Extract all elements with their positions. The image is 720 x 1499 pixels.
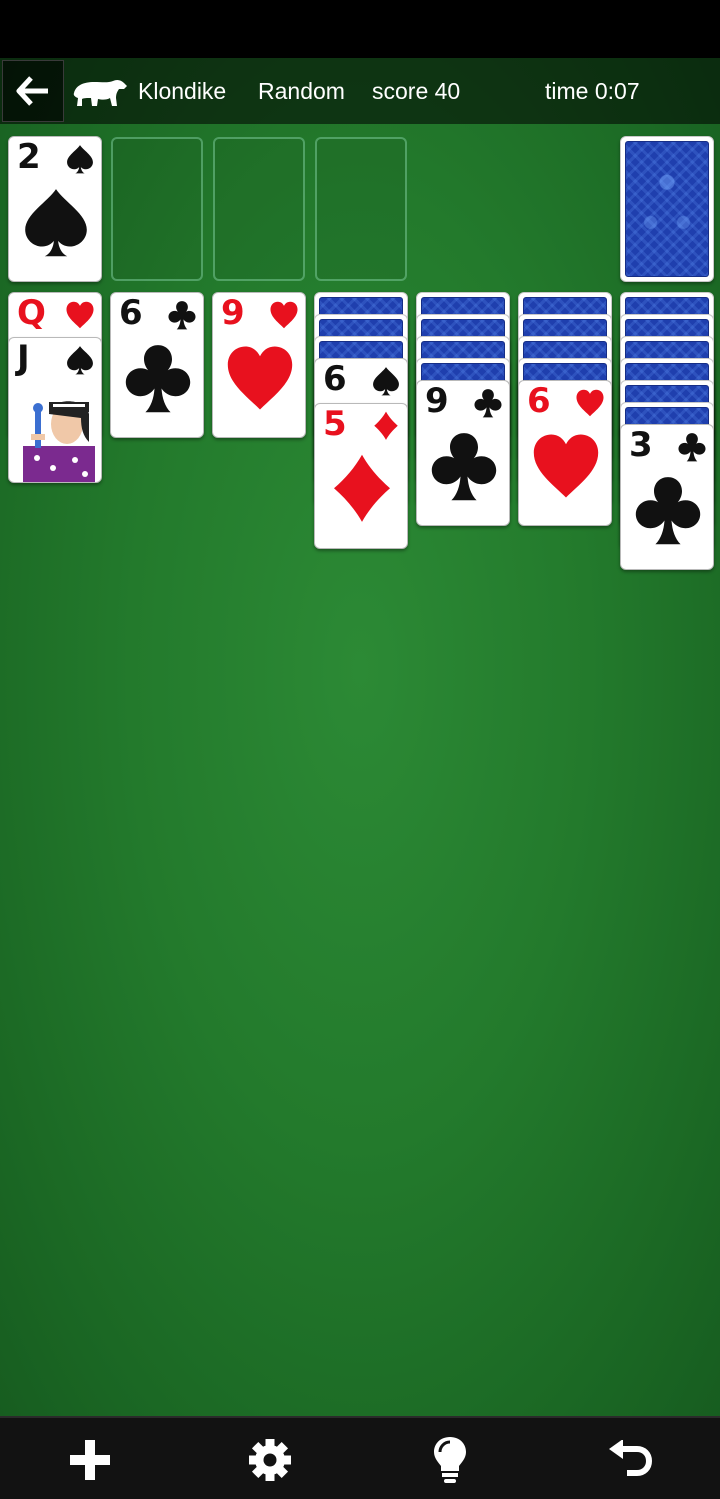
spade-suit-icon	[67, 346, 93, 375]
card-rank: 6	[119, 293, 143, 333]
foundation-1-card[interactable]: 2	[8, 136, 102, 282]
spade-suit-icon	[25, 189, 87, 257]
diamond-suit-icon	[374, 411, 398, 440]
tableau-2-card[interactable]: 6	[110, 292, 204, 438]
game-name: Klondike	[138, 78, 227, 104]
tableau-1-card[interactable]: J	[8, 337, 102, 483]
foundation-slot-4[interactable]	[315, 137, 407, 281]
tableau-5-card[interactable]: 9	[416, 380, 510, 526]
settings-button[interactable]	[246, 1436, 294, 1484]
game-header: Klondike Random score 40 time 0:07	[0, 58, 720, 124]
plus-icon	[70, 1440, 110, 1480]
undo-button[interactable]	[606, 1436, 654, 1484]
polar-bear-icon	[73, 79, 127, 106]
arrow-left-icon	[16, 76, 48, 106]
heart-suit-icon	[576, 389, 604, 417]
tableau-3-card[interactable]: 9	[212, 292, 306, 438]
stock-pile[interactable]	[620, 136, 714, 282]
tableau-4-card[interactable]: 5	[314, 403, 408, 549]
undo-icon	[609, 1440, 653, 1476]
diamond-suit-icon	[334, 454, 390, 522]
bottom-toolbar	[0, 1416, 720, 1499]
heart-suit-icon	[533, 434, 599, 498]
game-mode: Random	[258, 78, 345, 104]
card-rank: Q	[17, 293, 46, 333]
score-display: score 40	[372, 78, 461, 104]
card-rank: 9	[425, 381, 449, 421]
time-display: time 0:07	[545, 78, 640, 104]
club-suit-icon	[125, 345, 191, 413]
card-rank: 6	[323, 359, 347, 399]
new-game-button[interactable]	[66, 1436, 114, 1484]
tableau-6-card[interactable]: 6	[518, 380, 612, 526]
club-suit-icon	[474, 389, 502, 418]
back-button[interactable]	[2, 60, 64, 122]
club-suit-icon	[168, 301, 196, 330]
gear-icon	[249, 1439, 291, 1481]
card-rank: 6	[527, 381, 551, 421]
card-rank: J	[17, 338, 30, 378]
hint-button[interactable]	[426, 1436, 474, 1484]
club-suit-icon	[635, 477, 701, 545]
spade-suit-icon	[373, 367, 399, 396]
foundation-slot-3[interactable]	[213, 137, 305, 281]
jack-portrait-icon	[23, 401, 95, 482]
club-suit-icon	[678, 433, 706, 462]
foundation-slot-2[interactable]	[111, 137, 203, 281]
heart-suit-icon	[270, 301, 298, 329]
card-rank: 5	[323, 404, 347, 444]
card-back-pattern	[625, 141, 709, 277]
spade-suit-icon	[67, 145, 93, 174]
lightbulb-icon	[434, 1437, 466, 1483]
card-rank: 3	[629, 425, 653, 465]
status-bar	[0, 0, 720, 58]
club-suit-icon	[431, 433, 497, 501]
card-rank: 9	[221, 293, 245, 333]
card-rank: 2	[17, 137, 41, 177]
heart-suit-icon	[227, 346, 293, 410]
heart-suit-icon	[66, 301, 94, 329]
tableau-7-card[interactable]: 3	[620, 424, 714, 570]
